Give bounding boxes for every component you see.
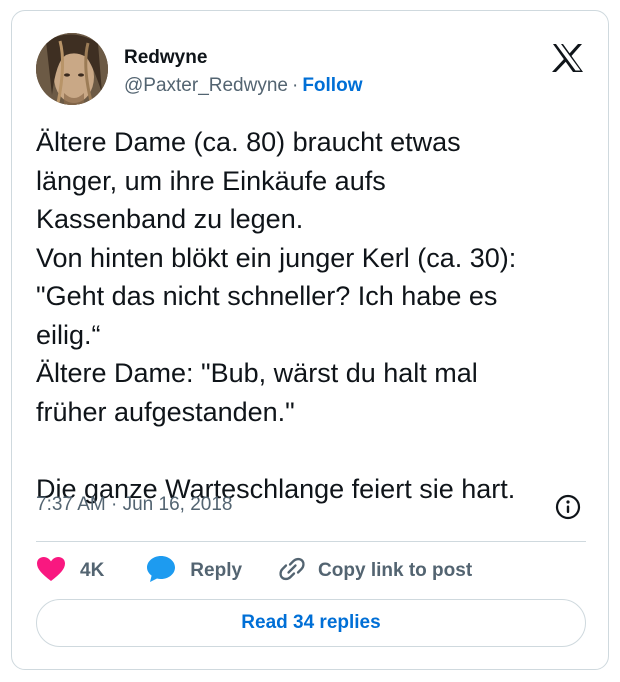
read-replies-button[interactable]: Read 34 replies bbox=[36, 599, 586, 647]
tweet-line: Ältere Dame (ca. 80) braucht etwas bbox=[36, 127, 461, 157]
copy-link-label: Copy link to post bbox=[318, 560, 473, 581]
separator-dot: · bbox=[291, 75, 299, 96]
author-handle-row: @Paxter_Redwyne · Follow bbox=[124, 75, 362, 97]
tweet-line: "Geht das nicht schneller? Ich habe es bbox=[36, 281, 498, 311]
tweet-line: Ältere Dame: "Bub, wärst du halt mal bbox=[36, 358, 478, 388]
reply-button[interactable]: Reply bbox=[146, 555, 242, 588]
like-button[interactable]: 4K bbox=[36, 556, 104, 587]
speech-bubble-icon bbox=[146, 555, 176, 588]
link-icon bbox=[278, 555, 306, 588]
author-handle[interactable]: @Paxter_Redwyne bbox=[124, 75, 288, 96]
action-bar: 4K Reply Copy link to post bbox=[36, 553, 472, 589]
divider bbox=[36, 541, 586, 542]
avatar[interactable] bbox=[36, 33, 108, 105]
copy-link-button[interactable]: Copy link to post bbox=[278, 555, 472, 588]
tweet-line: länger, um ihre Einkäufe aufs bbox=[36, 165, 386, 196]
x-logo-icon[interactable] bbox=[552, 43, 584, 73]
tweet-line: Von hinten blökt ein junger Kerl (ca. 30… bbox=[36, 242, 517, 273]
info-icon[interactable] bbox=[555, 494, 581, 520]
follow-link[interactable]: Follow bbox=[302, 75, 362, 96]
tweet-card: Redwyne @Paxter_Redwyne · Follow Ältere Da… bbox=[11, 10, 609, 670]
reply-label: Reply bbox=[190, 560, 243, 581]
heart-icon bbox=[36, 556, 66, 587]
tweet-text: Ältere Dame (ca. 80) braucht etwas länge… bbox=[36, 123, 592, 508]
tweet-timestamp[interactable]: 7:37 AM · Jun 16, 2018 bbox=[36, 494, 232, 516]
tweet-line: eilig.“ bbox=[36, 319, 101, 350]
like-count: 4K bbox=[80, 560, 105, 581]
tweet-line: Kassenband zu legen. bbox=[36, 204, 304, 234]
tweet-line: früher aufgestanden." bbox=[36, 396, 295, 427]
avatar-image bbox=[36, 33, 108, 105]
author-name[interactable]: Redwyne bbox=[124, 47, 207, 69]
